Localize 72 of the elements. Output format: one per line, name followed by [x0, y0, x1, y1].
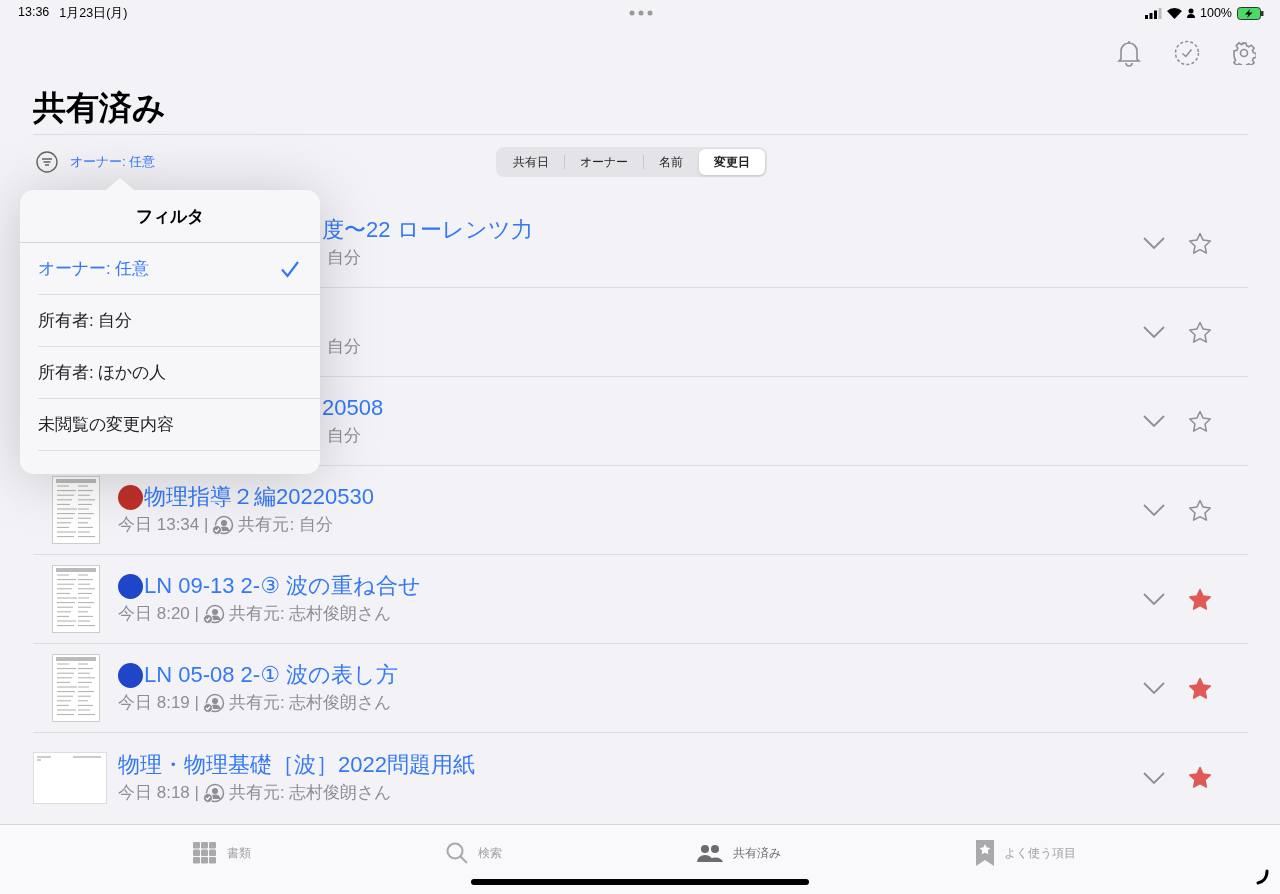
document-thumbnail[interactable]: [51, 565, 100, 633]
status-date: 1月23日(月): [59, 4, 128, 22]
more-icon[interactable]: [629, 10, 653, 16]
battery-icon: [1237, 6, 1264, 20]
document-title[interactable]: 20508: [322, 395, 384, 421]
person-icon: [1187, 8, 1195, 18]
filter-option[interactable]: オーナー: 任意: [38, 243, 320, 295]
filter-option[interactable]: 所有者: 自分: [38, 295, 320, 347]
document-title[interactable]: 物理指導２編20220530: [144, 484, 374, 510]
bell-icon[interactable]: [1116, 39, 1142, 67]
document-title[interactable]: 度〜22 ローレンツ力: [322, 217, 533, 243]
battery-percent: 100%: [1200, 6, 1232, 20]
chevron-down-icon[interactable]: [1143, 593, 1165, 605]
document-title[interactable]: 物理・物理基礎［波］2022問題用紙: [118, 751, 475, 778]
sort-segment[interactable]: 共有日: [498, 149, 564, 175]
star-icon[interactable]: [1188, 409, 1212, 433]
wifi-icon: [1167, 7, 1182, 19]
shared-by-text: 自分: [327, 425, 361, 447]
search-icon: [446, 842, 468, 864]
checkmark-icon: [280, 259, 300, 278]
document-thumbnail[interactable]: [33, 751, 107, 804]
modified-time: 今日 8:20 |: [118, 603, 199, 625]
star-icon[interactable]: [1188, 766, 1212, 789]
sort-segment[interactable]: 名前: [644, 149, 698, 175]
modified-time: 今日 8:19 |: [118, 692, 199, 714]
modified-time: 今日 8:18 |: [118, 781, 199, 804]
page-title: 共有済み: [33, 80, 1248, 135]
popover-title: フィルタ: [136, 205, 204, 228]
corner-mark-icon: [1256, 869, 1270, 885]
star-icon[interactable]: [1188, 320, 1212, 344]
shared-by-text: 自分: [327, 336, 361, 358]
chevron-down-icon[interactable]: [1143, 771, 1165, 784]
shared-by-text: 共有元: 志村俊朗さん: [228, 781, 392, 804]
signal-icon: [1145, 7, 1162, 19]
status-time: 13:36: [18, 4, 50, 21]
sort-segment[interactable]: 変更日: [699, 149, 765, 175]
shared-by-text: 共有元: 自分: [238, 514, 333, 536]
shared-by-text: 共有元: 志村俊朗さん: [228, 692, 392, 714]
modified-time: 今日 13:34 |: [118, 514, 209, 536]
chevron-down-icon[interactable]: [1143, 415, 1165, 427]
shared-by-text: 共有元: 志村俊朗さん: [228, 603, 392, 625]
shared-by-text: 自分: [327, 247, 361, 269]
star-icon[interactable]: [1188, 498, 1212, 522]
chevron-down-icon[interactable]: [1143, 682, 1165, 694]
shared-person-icon: [202, 693, 225, 713]
star-icon[interactable]: [1188, 587, 1212, 611]
filter-icon[interactable]: [36, 151, 58, 173]
filter-option[interactable]: 所有者: ほかの人: [38, 347, 320, 399]
document-thumbnail[interactable]: [51, 476, 100, 544]
document-title[interactable]: LN 05-08 2-① 波の表し方: [144, 662, 398, 688]
tab-bar-item[interactable]: 共有済み: [697, 841, 781, 865]
chevron-down-icon[interactable]: [1143, 237, 1165, 249]
people-icon: [697, 844, 723, 862]
grid-icon: [193, 842, 217, 864]
document-thumbnail[interactable]: [51, 654, 100, 722]
tab-bar-item[interactable]: よく使う項目: [976, 841, 1076, 865]
chevron-down-icon[interactable]: [1143, 326, 1165, 338]
star-icon[interactable]: [1188, 676, 1212, 700]
sort-segment[interactable]: オーナー: [565, 149, 643, 175]
shared-person-icon: [202, 604, 225, 624]
chevron-down-icon[interactable]: [1143, 504, 1165, 516]
check-circle-icon[interactable]: [1174, 40, 1200, 66]
tab-bar-item[interactable]: 書類: [193, 841, 251, 865]
star-icon[interactable]: [1188, 231, 1212, 255]
settings-icon[interactable]: [1232, 41, 1256, 65]
document-title[interactable]: LN 09-13 2-③ 波の重ね合せ: [144, 573, 421, 599]
shared-person-icon: [202, 782, 225, 803]
filter-option[interactable]: 未閲覧の変更内容: [38, 399, 320, 451]
shared-person-icon: [212, 515, 235, 535]
filter-link[interactable]: オーナー: 任意: [70, 153, 156, 171]
tab-bar-item[interactable]: 検索: [446, 841, 502, 865]
bookmark-star-icon: [976, 840, 994, 866]
